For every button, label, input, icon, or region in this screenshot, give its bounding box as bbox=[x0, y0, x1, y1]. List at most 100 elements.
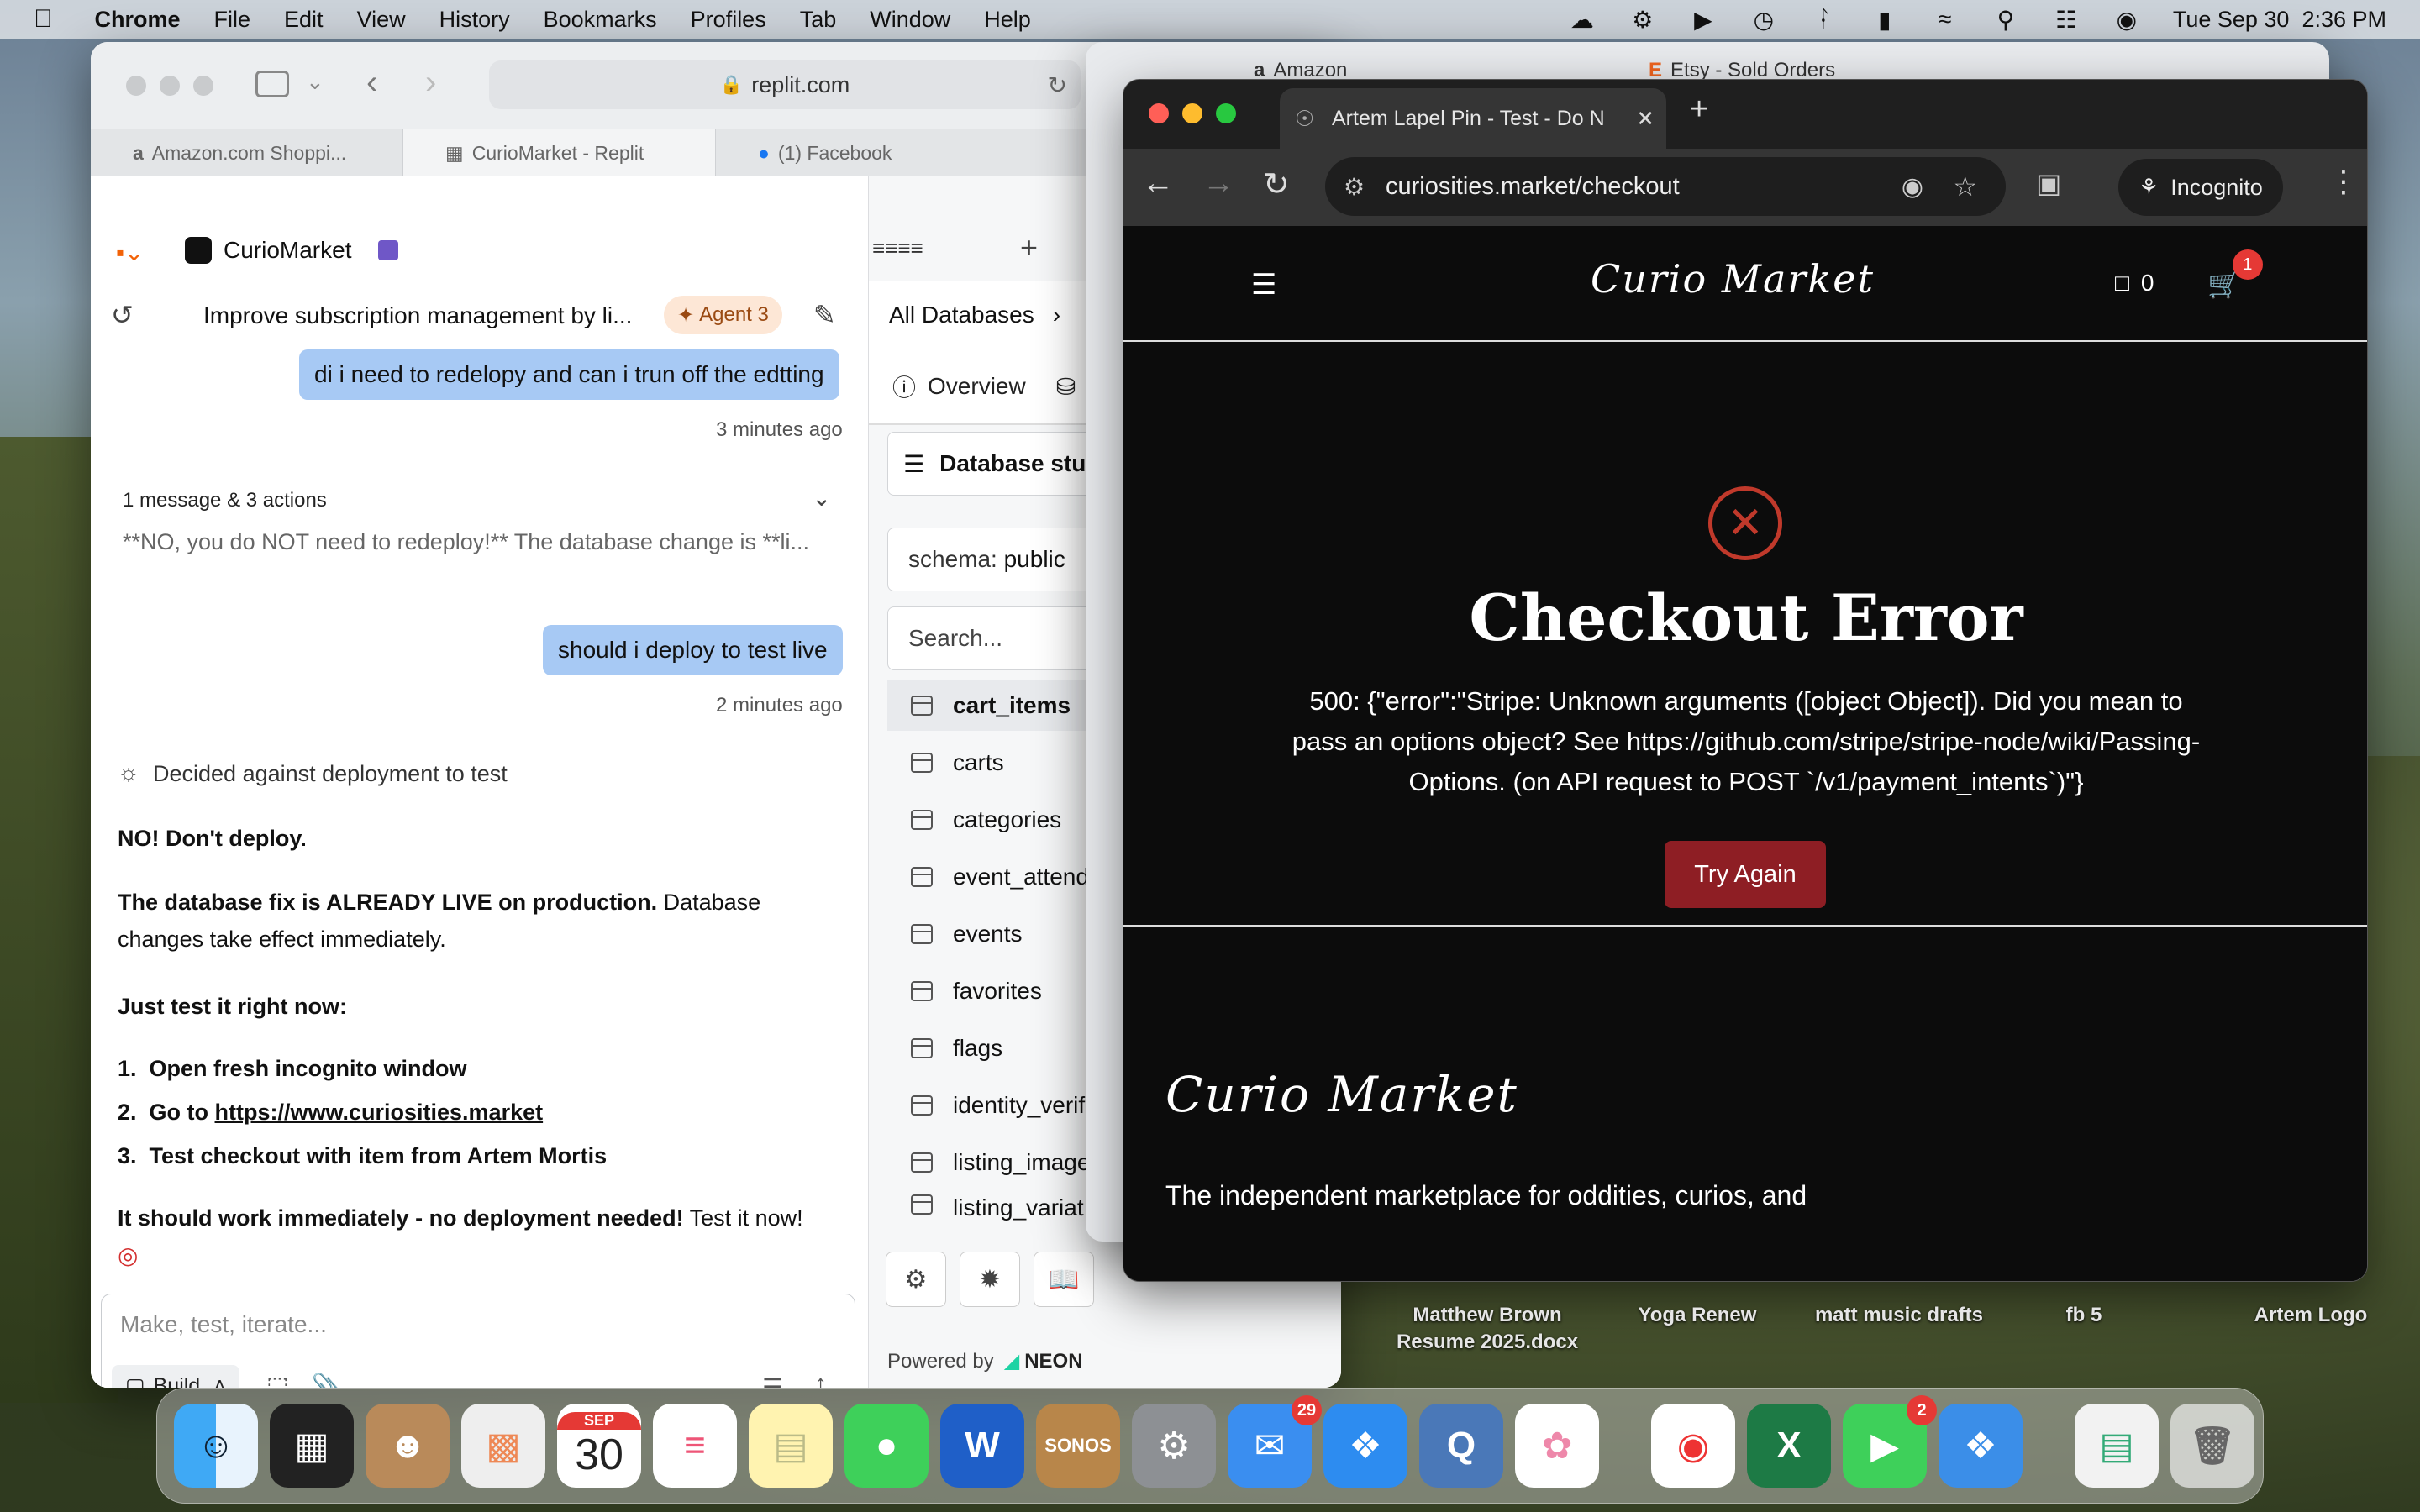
forward-icon[interactable]: › bbox=[425, 64, 436, 102]
actions-summary[interactable]: 1 message & 3 actions bbox=[123, 489, 327, 512]
eye-off-icon[interactable]: ◉ bbox=[1902, 172, 1923, 202]
menu-bookmarks[interactable]: Bookmarks bbox=[544, 7, 657, 33]
cart-button[interactable]: 🛒 1 bbox=[2207, 249, 2263, 300]
chrome-tab-active[interactable]: ☉ Artem Lapel Pin - Test - Do N ✕ bbox=[1280, 88, 1666, 149]
site-info-icon[interactable]: ⚙ bbox=[1344, 173, 1365, 201]
project-name[interactable]: CurioMarket bbox=[224, 237, 351, 264]
build-mode-button[interactable]: ▢ Build ˄ bbox=[112, 1365, 239, 1388]
agent-input[interactable]: Make, test, iterate... bbox=[120, 1311, 327, 1338]
play-icon[interactable]: ▶ bbox=[1689, 7, 1718, 33]
thread-title[interactable]: Improve subscription management by li... bbox=[203, 302, 632, 329]
desktop-file-label[interactable]: Yoga Renew bbox=[1613, 1304, 1781, 1327]
wifi-icon[interactable]: ≈ bbox=[1931, 6, 1960, 32]
chrome-icon[interactable]: ◉ bbox=[1651, 1404, 1735, 1488]
bluetooth-icon[interactable]: ᛛ bbox=[1810, 6, 1839, 32]
footer-logo[interactable]: Curio Market bbox=[1165, 1066, 1518, 1123]
photos-icon[interactable]: ✿ bbox=[1515, 1404, 1599, 1488]
sonos-icon[interactable]: SONOS bbox=[1036, 1404, 1120, 1488]
zoom-button[interactable] bbox=[193, 76, 213, 96]
word-icon[interactable]: W bbox=[940, 1404, 1024, 1488]
hamburger-icon[interactable]: ☰ bbox=[1251, 268, 1276, 302]
agent-badge[interactable]: ✦ Agent 3 bbox=[664, 296, 782, 334]
menu-profiles[interactable]: Profiles bbox=[691, 7, 766, 33]
tab-amazon[interactable]: a Amazon.com Shoppi... bbox=[91, 129, 403, 176]
cloud-icon[interactable]: ☁ bbox=[1568, 7, 1597, 33]
zoom-button[interactable] bbox=[1216, 103, 1236, 123]
add-tab-icon[interactable]: + bbox=[1020, 230, 1038, 265]
time-machine-icon[interactable]: ◷ bbox=[1749, 7, 1778, 33]
mission-control-icon[interactable]: ▦ bbox=[270, 1404, 354, 1488]
apple-icon[interactable]:  bbox=[34, 5, 53, 34]
back-icon[interactable]: ‹ bbox=[366, 64, 377, 102]
new-tab-icon[interactable]: + bbox=[1690, 92, 1708, 128]
back-icon[interactable]: ← bbox=[1142, 165, 1174, 202]
downloads-stack-icon[interactable]: ▤ bbox=[2075, 1404, 2159, 1488]
messages-icon[interactable]: ● bbox=[844, 1404, 929, 1488]
minimize-button[interactable] bbox=[160, 76, 180, 96]
excel-icon[interactable]: X bbox=[1747, 1404, 1831, 1488]
trash-icon[interactable]: 🗑 bbox=[2170, 1404, 2254, 1488]
reminders-icon[interactable]: ≡ bbox=[653, 1404, 737, 1488]
gear-icon[interactable]: ⚙ bbox=[1628, 7, 1657, 33]
chevron-down-icon[interactable]: ⌄ bbox=[812, 484, 831, 512]
reload-icon[interactable]: ↻ bbox=[1048, 71, 1067, 99]
db-docs-button[interactable]: 📖 bbox=[1034, 1252, 1094, 1307]
menu-help[interactable]: Help bbox=[984, 7, 1031, 33]
try-again-button[interactable]: Try Again bbox=[1665, 841, 1826, 908]
desktop-file-label[interactable]: matt music drafts bbox=[1798, 1304, 2000, 1327]
launchpad-icon[interactable]: ▩ bbox=[461, 1404, 545, 1488]
tool-tab-icons[interactable]: ≡≡≡≡ bbox=[872, 235, 923, 261]
quicktime-icon[interactable]: Q bbox=[1419, 1404, 1503, 1488]
select-region-icon[interactable]: ⬚ bbox=[266, 1372, 288, 1388]
notes-icon[interactable]: ▤ bbox=[749, 1404, 833, 1488]
calendar-icon[interactable]: SEP 30 bbox=[557, 1404, 641, 1488]
close-tab-icon[interactable]: ✕ bbox=[1629, 105, 1655, 132]
menu-app-name[interactable]: Chrome bbox=[95, 7, 181, 33]
safari-technology-icon[interactable]: ❖ bbox=[1939, 1404, 2023, 1488]
sidebar-icon[interactable] bbox=[255, 71, 289, 97]
forward-icon[interactable]: → bbox=[1202, 165, 1234, 202]
contacts-icon[interactable]: ☻ bbox=[366, 1404, 450, 1488]
close-button[interactable] bbox=[1149, 103, 1169, 123]
db-debug-button[interactable]: ✹ bbox=[960, 1252, 1020, 1307]
minimize-button[interactable] bbox=[1182, 103, 1202, 123]
db-settings-button[interactable]: ⚙ bbox=[886, 1252, 946, 1307]
more-menu-icon[interactable]: ⋮ bbox=[2328, 164, 2359, 199]
star-icon[interactable]: ☆ bbox=[1953, 171, 1977, 202]
reload-icon[interactable]: ↻ bbox=[1263, 165, 1290, 203]
control-center-icon[interactable]: ☷ bbox=[2052, 7, 2081, 33]
site-logo[interactable]: Curio Market bbox=[1591, 256, 1875, 302]
finder-icon[interactable]: ☺ bbox=[174, 1404, 258, 1488]
desktop-file-label[interactable]: Resume 2025.docx bbox=[1378, 1331, 1597, 1354]
site-link[interactable]: https://www.curiosities.market bbox=[215, 1100, 544, 1125]
search-icon[interactable]: ⚲ bbox=[1991, 7, 2020, 33]
tab-facebook[interactable]: ● (1) Facebook bbox=[716, 129, 1028, 176]
menu-tab[interactable]: Tab bbox=[800, 7, 837, 33]
decision-note[interactable]: Decided against deployment to test bbox=[153, 761, 508, 787]
facetime-icon[interactable]: ▶ 2 bbox=[1843, 1395, 1937, 1488]
menu-history[interactable]: History bbox=[439, 7, 510, 33]
new-chat-icon[interactable]: ✎ bbox=[813, 299, 836, 331]
safari-address-bar[interactable]: 🔒 replit.com ↻ bbox=[489, 60, 1081, 109]
replit-menu-icon[interactable]: ▪⌄ bbox=[116, 239, 155, 265]
system-settings-icon[interactable]: ⚙ bbox=[1132, 1404, 1216, 1488]
settings-sliders-icon[interactable]: ☰ bbox=[762, 1373, 783, 1388]
tab-replit[interactable]: ▦ CurioMarket - Replit bbox=[403, 129, 716, 176]
menu-file[interactable]: File bbox=[214, 7, 251, 33]
menu-edit[interactable]: Edit bbox=[284, 7, 324, 33]
desktop-file-label[interactable]: fb 5 bbox=[2033, 1304, 2134, 1327]
cast-icon[interactable]: ▣ bbox=[2036, 167, 2061, 199]
close-button[interactable] bbox=[126, 76, 146, 96]
chrome-omnibox[interactable]: ⚙ curiosities.market/checkout ◉ ☆ bbox=[1325, 157, 2006, 216]
messages-button[interactable]: □ 0 bbox=[2115, 270, 2154, 297]
desktop-file-label[interactable]: Matthew Brown bbox=[1395, 1304, 1580, 1327]
attach-icon[interactable]: 📎 bbox=[312, 1372, 341, 1388]
battery-icon[interactable]: ▮ bbox=[1870, 7, 1899, 33]
desktop-file-label[interactable]: Artem Logo bbox=[2235, 1304, 2386, 1327]
mail-icon[interactable]: ✉ 29 bbox=[1228, 1395, 1322, 1488]
menu-window[interactable]: Window bbox=[870, 7, 950, 33]
incognito-badge[interactable]: ⚘ Incognito bbox=[2118, 159, 2283, 216]
siri-icon[interactable]: ◉ bbox=[2112, 7, 2141, 33]
safari-icon[interactable]: ❖ bbox=[1323, 1404, 1407, 1488]
history-icon[interactable]: ↺ bbox=[111, 299, 134, 331]
